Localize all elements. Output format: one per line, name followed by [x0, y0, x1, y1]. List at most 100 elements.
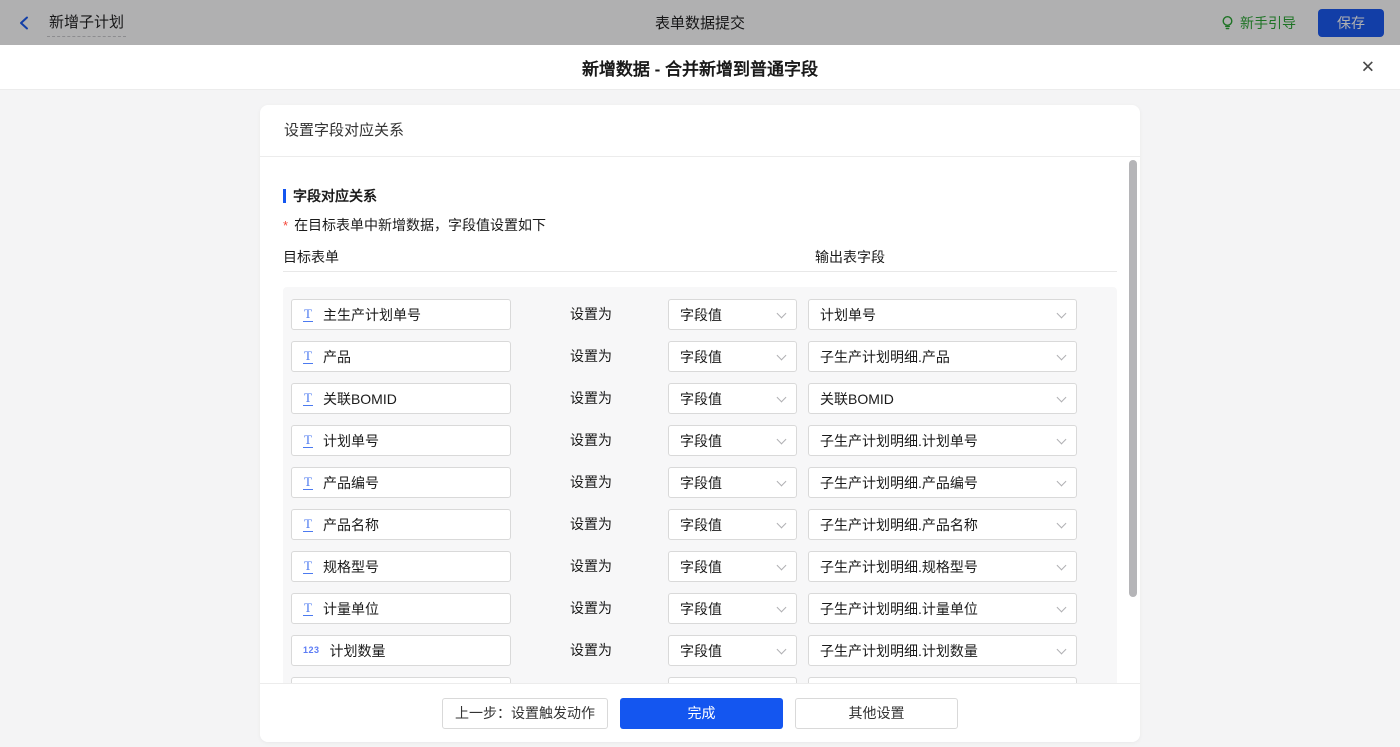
- rows-panel: T 主生产计划单号 设置为 字段值 计划单号 T 产品 设置为 字段值 子生产计…: [283, 287, 1117, 683]
- top-bar: 新增子计划 表单数据提交 新手引导 保存: [0, 0, 1400, 45]
- done-button[interactable]: 完成: [620, 698, 783, 729]
- output-field-select[interactable]: 子生产计划明细.产品编号: [808, 467, 1077, 498]
- text-field-icon: T: [303, 391, 313, 406]
- chevron-down-icon: [1057, 434, 1067, 444]
- set-as-label: 设置为: [570, 425, 612, 456]
- value-type-select[interactable]: 字段值: [668, 299, 797, 330]
- value-type-text: 字段值: [680, 473, 722, 493]
- set-as-label: 设置为: [570, 383, 612, 414]
- output-field-text: 子生产计划明细.规格型号: [820, 557, 978, 577]
- chevron-down-icon: [1057, 560, 1067, 570]
- value-type-text: 字段值: [680, 431, 722, 451]
- beginner-guide-link[interactable]: 新手引导: [1220, 13, 1296, 33]
- other-settings-button[interactable]: 其他设置: [795, 698, 958, 729]
- output-field-text: 子生产计划明细.计划数量: [820, 641, 978, 661]
- chevron-down-icon: [777, 644, 787, 654]
- target-field-box[interactable]: T 计量单位: [291, 593, 511, 624]
- scrollbar-thumb[interactable]: [1129, 160, 1137, 597]
- card-header-title: 设置字段对应关系: [260, 105, 1140, 157]
- value-type-select[interactable]: [668, 677, 797, 683]
- field-mapping-row: T 产品 设置为 字段值 子生产计划明细.产品: [291, 341, 1109, 372]
- set-as-label: 设置为: [570, 509, 612, 540]
- node-title: 表单数据提交: [0, 12, 1400, 33]
- save-button[interactable]: 保存: [1318, 9, 1384, 37]
- value-type-select[interactable]: 字段值: [668, 635, 797, 666]
- set-as-label: 设置为: [570, 467, 612, 498]
- field-mapping-row: T 计量单位 设置为 字段值 子生产计划明细.计量单位: [291, 593, 1109, 624]
- output-field-select[interactable]: 子生产计划明细.计量单位: [808, 593, 1077, 624]
- output-field-select[interactable]: 关联BOMID: [808, 383, 1077, 414]
- target-field-box[interactable]: T 产品名称: [291, 509, 511, 540]
- card-footer: 上一步：设置触发动作 完成 其他设置: [260, 683, 1140, 742]
- required-asterisk: *: [283, 218, 288, 233]
- flow-title[interactable]: 新增子计划: [47, 9, 126, 37]
- value-type-select[interactable]: 字段值: [668, 551, 797, 582]
- close-icon[interactable]: ✕: [1361, 59, 1375, 76]
- chevron-down-icon: [1057, 350, 1067, 360]
- previous-step-button[interactable]: 上一步：设置触发动作: [442, 698, 608, 729]
- output-field-select[interactable]: 子生产计划明细.产品: [808, 341, 1077, 372]
- text-field-icon: T: [303, 349, 313, 364]
- text-field-icon: T: [303, 475, 313, 490]
- chevron-down-icon: [777, 518, 787, 528]
- output-field-text: 子生产计划明细.产品名称: [820, 515, 978, 535]
- lightbulb-icon: [1220, 15, 1235, 31]
- value-type-text: 字段值: [680, 599, 722, 619]
- field-name: 主生产计划单号: [323, 305, 421, 325]
- target-field-box[interactable]: T 主生产计划单号: [291, 299, 511, 330]
- target-field-box[interactable]: T 产品: [291, 341, 511, 372]
- text-field-icon: T: [303, 517, 313, 532]
- output-field-select[interactable]: 计划单号: [808, 299, 1077, 330]
- text-field-icon: T: [303, 559, 313, 574]
- output-field-select[interactable]: 子生产计划明细.计划数量: [808, 635, 1077, 666]
- field-name: 计划单号: [323, 431, 379, 451]
- target-field-box[interactable]: [291, 677, 511, 683]
- section-title: 字段对应关系: [283, 186, 1117, 206]
- output-field-select[interactable]: 子生产计划明细.规格型号: [808, 551, 1077, 582]
- set-as-label: 设置为: [570, 635, 612, 666]
- modal-header: 新增数据 - 合并新增到普通字段 ✕: [0, 45, 1400, 90]
- output-field-select[interactable]: 子生产计划明细.产品名称: [808, 509, 1077, 540]
- required-hint: * 在目标表单中新增数据，字段值设置如下: [283, 215, 1117, 235]
- chevron-down-icon: [777, 476, 787, 486]
- value-type-select[interactable]: 字段值: [668, 467, 797, 498]
- set-as-label: 设置为: [570, 593, 612, 624]
- output-field-select[interactable]: [808, 677, 1077, 683]
- value-type-select[interactable]: 字段值: [668, 383, 797, 414]
- output-field-text: 子生产计划明细.计划单号: [820, 431, 978, 451]
- field-name: 计划数量: [330, 641, 386, 661]
- target-field-box[interactable]: T 关联BOMID: [291, 383, 511, 414]
- chevron-down-icon: [777, 602, 787, 612]
- field-mapping-row: [291, 677, 1109, 683]
- field-mapping-row: T 产品名称 设置为 字段值 子生产计划明细.产品名称: [291, 509, 1109, 540]
- chevron-down-icon: [1057, 644, 1067, 654]
- hint-text: 在目标表单中新增数据，字段值设置如下: [294, 217, 546, 233]
- back-button[interactable]: [16, 14, 34, 32]
- field-mapping-row: 123 计划数量 设置为 字段值 子生产计划明细.计划数量: [291, 635, 1109, 666]
- chevron-down-icon: [1057, 476, 1067, 486]
- set-as-label: 设置为: [570, 341, 612, 372]
- chevron-down-icon: [777, 434, 787, 444]
- target-field-box[interactable]: T 产品编号: [291, 467, 511, 498]
- target-field-box[interactable]: T 规格型号: [291, 551, 511, 582]
- value-type-select[interactable]: 字段值: [668, 509, 797, 540]
- output-field-select[interactable]: 子生产计划明细.计划单号: [808, 425, 1077, 456]
- set-as-label: 设置为: [570, 551, 612, 582]
- chevron-down-icon: [1057, 518, 1067, 528]
- modal-title: 新增数据 - 合并新增到普通字段: [582, 55, 818, 80]
- value-type-select[interactable]: 字段值: [668, 593, 797, 624]
- section-title-label: 字段对应关系: [293, 186, 377, 206]
- text-field-icon: T: [303, 307, 313, 322]
- target-field-box[interactable]: 123 计划数量: [291, 635, 511, 666]
- value-type-text: 字段值: [680, 515, 722, 535]
- value-type-select[interactable]: 字段值: [668, 425, 797, 456]
- column-header-output-fields: 输出表字段: [815, 247, 885, 267]
- value-type-text: 字段值: [680, 347, 722, 367]
- value-type-select[interactable]: 字段值: [668, 341, 797, 372]
- field-mapping-row: T 关联BOMID 设置为 字段值 关联BOMID: [291, 383, 1109, 414]
- target-field-box[interactable]: T 计划单号: [291, 425, 511, 456]
- output-field-text: 子生产计划明细.产品编号: [820, 473, 978, 493]
- chevron-left-icon: [16, 14, 34, 32]
- field-mapping-row: T 产品编号 设置为 字段值 子生产计划明细.产品编号: [291, 467, 1109, 498]
- modal-body: 设置字段对应关系 字段对应关系 *在目标表单中新增数据，字段值设置如下 目标表单…: [0, 90, 1400, 747]
